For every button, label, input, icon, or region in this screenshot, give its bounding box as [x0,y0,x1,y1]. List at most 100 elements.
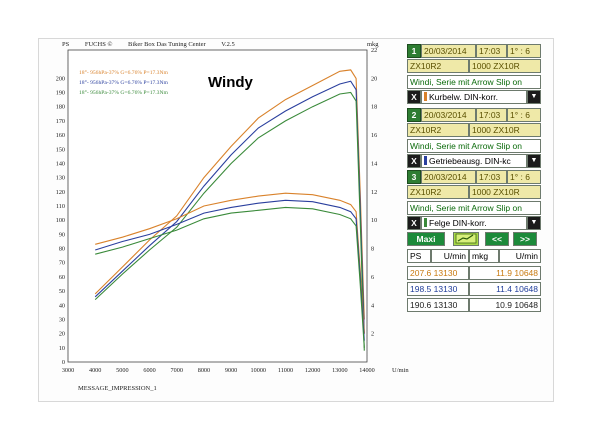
y-tick-label: 60 [59,274,65,281]
result-1-ps: 207.6 13130 [407,266,469,280]
run-1-gear: 1° : 6 [507,44,541,58]
result-3-ps: 190.6 13130 [407,298,469,312]
run-3-model2: 1000 ZX10R [469,185,541,199]
x-tick-label: 12000 [305,367,320,374]
x-tick-label: 9000 [225,367,237,374]
result-2-mkg-value: 11.4 [496,284,512,294]
run-1-correction-select[interactable]: Kurbelw. DIN-korr. [421,90,527,104]
brand-label: FUCHS © [84,41,113,48]
run-3-desc-row: Windi, Serie mit Arrow Slip on [407,201,541,215]
run-3-correction-row: X Felge DIN-korr. ▼ [407,216,541,230]
result-2-ps-rpm: 13130 [433,284,458,294]
y-tick-label: 30 [59,316,65,323]
run-1-dropdown-arrow-icon[interactable]: ▼ [527,90,541,104]
x-tick-label: 14000 [359,367,374,374]
y-tick-label: 180 [56,104,65,111]
plot-area [67,49,368,363]
y2-tick-label: 10 [371,217,377,224]
run-3-model: ZX10R2 [407,185,469,199]
y-tick-label: 150 [56,146,65,153]
x-tick-label: 11000 [278,367,293,374]
x-tick-label: 13000 [332,367,347,374]
results-header-mkg-rpm: U/min [499,249,541,263]
x-tick-label: 10000 [251,367,266,374]
results-header-ps: PS [407,249,431,263]
controls-row: Maxi << >> [407,232,537,246]
run-2-dropdown-arrow-icon[interactable]: ▼ [527,154,541,168]
run-2-correction-select[interactable]: Getriebeausg. DIN-kc [421,154,527,168]
run-3-gear: 1° : 6 [507,170,541,184]
result-1-mkg: 11.9 10648 [469,266,541,280]
legend-line-2: 18°- 956hPa-37% G=6.76% P=17.3Nm [79,80,168,86]
run-3-color-swatch [424,218,427,227]
run-2-header-row: 2 20/03/2014 17:03 1° : 6 [407,108,541,122]
y-tick-label: 80 [59,246,65,253]
y-tick-label: 40 [59,302,65,309]
run-1-header-row: 1 20/03/2014 17:03 1° : 6 [407,44,541,58]
run-3-header-row: 3 20/03/2014 17:03 1° : 6 [407,170,541,184]
y-tick-label: 100 [56,217,65,224]
run-2-correction-label: Getriebeausg. DIN-kc [429,156,511,166]
results-row-2: 198.5 13130 11.4 10648 [407,282,541,296]
run-3-date: 20/03/2014 [421,170,476,184]
result-3-mkg-rpm: 10648 [514,300,538,310]
run-2-index[interactable]: 2 [407,108,421,122]
mkg-axis-label: mkg [367,41,379,48]
ps-axis-label: PS [62,41,70,48]
results-header-row: PS U/min mkg U/min [407,249,541,263]
windy-annotation: Windy [208,74,253,91]
result-3-ps-value: 190.6 [410,300,432,310]
run-1-correction-row: X Kurbelw. DIN-korr. ▼ [407,90,541,104]
y2-tick-label: 2 [371,331,374,338]
run-1-model2: 1000 ZX10R [469,59,541,73]
results-row-1: 207.6 13130 11.9 10648 [407,266,541,280]
maxi-button[interactable]: Maxi [407,232,445,246]
y-tick-label: 110 [56,203,65,210]
run-2-description[interactable]: Windi, Serie mit Arrow Slip on [407,139,541,153]
run-2-time: 17:03 [476,108,507,122]
prev-button[interactable]: << [485,232,509,246]
run-3-correction-select[interactable]: Felge DIN-korr. [421,216,527,230]
y2-tick-label: 6 [371,274,374,281]
run-1-remove-button[interactable]: X [407,90,421,104]
y2-tick-label: 20 [371,75,377,82]
y-tick-label: 200 [56,75,65,82]
y-tick-label: 140 [56,160,65,167]
run-1-index[interactable]: 1 [407,44,421,58]
y-tick-label: 20 [59,331,65,338]
y-tick-label: 160 [56,132,65,139]
run-3-description[interactable]: Windi, Serie mit Arrow Slip on [407,201,541,215]
run-1-description[interactable]: Windi, Serie mit Arrow Slip on [407,75,541,89]
graph-icon[interactable] [453,232,479,246]
result-3-ps-rpm: 13130 [433,300,458,310]
run-3-index[interactable]: 3 [407,170,421,184]
message-footer: MESSAGE_IMPRESSION_1 [78,385,157,392]
graph-icon-glyph [455,233,477,244]
run-2-model-row: ZX10R2 1000 ZX10R [407,123,541,137]
results-row-3: 190.6 13130 10.9 10648 [407,298,541,312]
y-tick-label: 10 [59,345,65,352]
run-3-remove-button[interactable]: X [407,216,421,230]
y-tick-label: 90 [59,231,65,238]
y-tick-label: 50 [59,288,65,295]
run-1-correction-label: Kurbelw. DIN-korr. [429,92,498,102]
run-1-model: ZX10R2 [407,59,469,73]
run-3-dropdown-arrow-icon[interactable]: ▼ [527,216,541,230]
chart-axes [67,49,368,363]
legend-line-1: 18°- 956hPa-37% G=6.76% P=17.3Nm [79,70,168,76]
y2-tick-label: 14 [371,160,377,167]
result-2-ps: 198.5 13130 [407,282,469,296]
run-1-color-swatch [424,92,427,101]
run-2-desc-row: Windi, Serie mit Arrow Slip on [407,139,541,153]
result-2-ps-value: 198.5 [410,284,432,294]
x-tick-label: 8000 [198,367,210,374]
x-tick-label: 5000 [116,367,128,374]
result-1-mkg-rpm: 10648 [514,268,538,278]
next-button[interactable]: >> [513,232,537,246]
run-2-remove-button[interactable]: X [407,154,421,168]
y-tick-label: 190 [56,90,65,97]
results-header-mkg: mkg [469,249,499,263]
run-2-gear: 1° : 6 [507,108,541,122]
x-tick-label: 6000 [143,367,155,374]
y2-tick-label: 8 [371,246,374,253]
